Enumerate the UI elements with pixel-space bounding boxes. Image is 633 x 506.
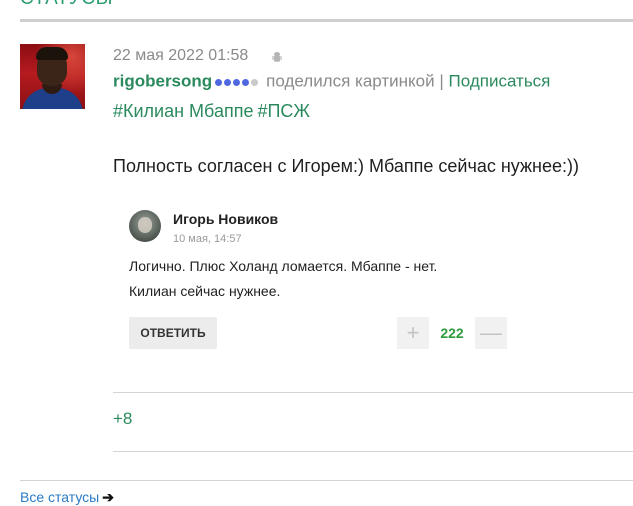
- section-divider: [20, 19, 633, 22]
- user-rating-dots: [215, 71, 260, 91]
- comment-author: Игорь Новиков: [173, 211, 279, 227]
- vote-count: 222: [440, 325, 464, 341]
- reply-button: ОТВЕТИТЬ: [129, 317, 217, 349]
- author-line: rigobersong поделился картинкой | Подписа…: [113, 71, 550, 93]
- action-text: поделился картинкой: [266, 71, 435, 91]
- status-text: Полность согласен с Игорем:) Мбаппе сейч…: [113, 156, 579, 176]
- section-title[interactable]: СТАТУСЫ: [20, 0, 113, 10]
- plus-icon: +: [397, 317, 429, 349]
- comment-author-avatar: [129, 210, 161, 242]
- post-date: 22 мая 2022 01:58: [113, 47, 249, 64]
- subscribe-link[interactable]: Подписаться: [449, 71, 551, 90]
- avatar[interactable]: [20, 44, 85, 109]
- all-statuses-link[interactable]: Все статусы ➔: [20, 489, 114, 506]
- vote-widget: + 222 —: [397, 317, 507, 349]
- shared-image[interactable]: Игорь Новиков 10 мая, 14:57 Логично. Плю…: [113, 196, 513, 366]
- comment-text-line: Логично. Плюс Холанд ломается. Мбаппе - …: [129, 258, 438, 274]
- tag-link[interactable]: #ПСЖ: [257, 101, 310, 121]
- minus-icon: —: [475, 317, 507, 349]
- username-link[interactable]: rigobersong: [113, 71, 212, 90]
- divider: [113, 392, 633, 393]
- tag-link[interactable]: #Килиан Мбаппе: [113, 101, 253, 121]
- android-icon: [272, 52, 282, 62]
- divider: [113, 451, 633, 452]
- post-rating[interactable]: +8: [113, 409, 132, 429]
- tag-list: #Килиан Мбаппе #ПСЖ: [113, 101, 314, 122]
- separator: |: [439, 71, 444, 91]
- divider: [20, 480, 633, 481]
- comment-text-line: Килиан сейчас нужнее.: [129, 283, 281, 299]
- comment-date: 10 мая, 14:57: [173, 233, 242, 245]
